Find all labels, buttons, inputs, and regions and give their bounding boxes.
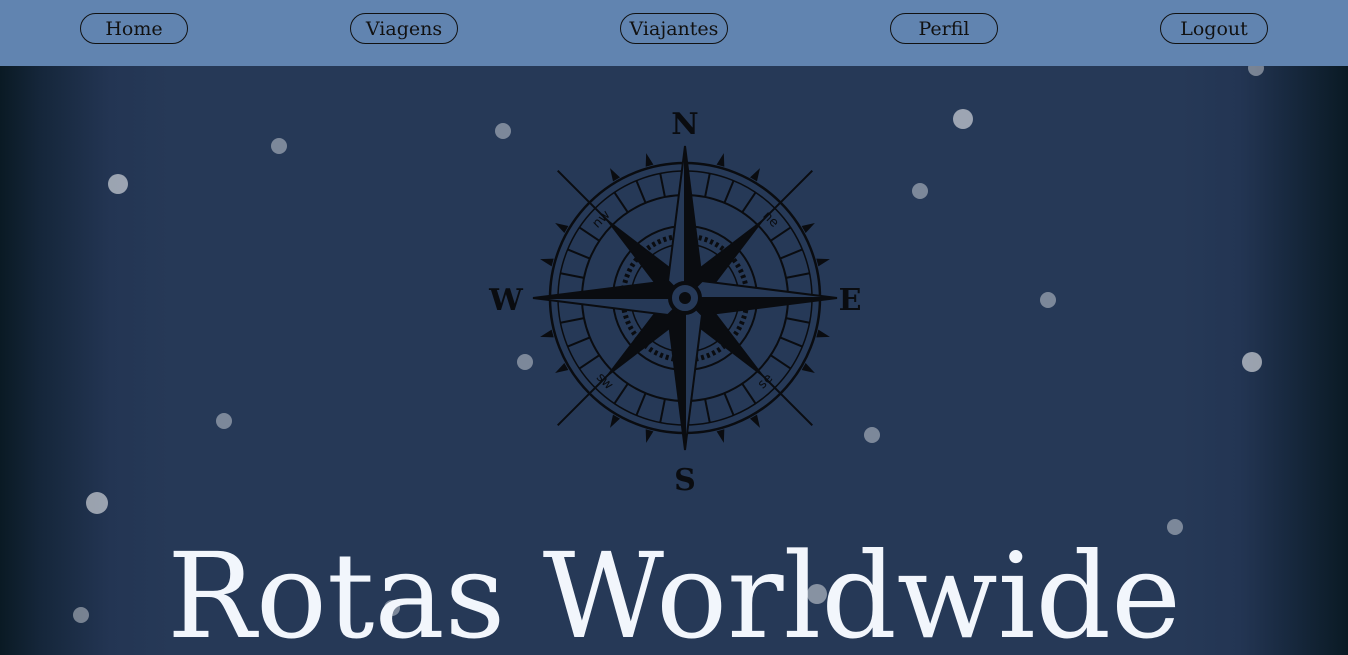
compass-label-west: W — [488, 283, 524, 318]
compass-rose-icon: N S E W nw ne sw se — [488, 108, 862, 498]
top-navbar: Home Viagens Viajantes Perfil Logout — [0, 0, 1348, 66]
nav-home-button[interactable]: Home — [80, 13, 188, 44]
hero-section: N S E W nw ne sw se Rotas Worldwide — [0, 66, 1348, 655]
particle-dot — [1040, 292, 1056, 308]
particle-dot — [108, 174, 128, 194]
hero-title: Rotas Worldwide — [167, 527, 1181, 655]
compass-hub-center — [679, 292, 691, 304]
particle-dot — [953, 109, 973, 129]
nav-viajantes-button[interactable]: Viajantes — [620, 13, 728, 44]
compass-label-east: E — [839, 283, 862, 318]
compass-label-south: S — [674, 463, 696, 498]
particle-dot — [1242, 352, 1262, 372]
nav-logout-button[interactable]: Logout — [1160, 13, 1268, 44]
particle-dot — [1248, 66, 1264, 76]
particle-dot — [216, 413, 232, 429]
particle-dot — [912, 183, 928, 199]
nav-perfil-button[interactable]: Perfil — [890, 13, 998, 44]
nav-viagens-button[interactable]: Viagens — [350, 13, 458, 44]
compass-label-north: N — [671, 108, 698, 142]
particle-dot — [86, 492, 108, 514]
particle-dot — [271, 138, 287, 154]
